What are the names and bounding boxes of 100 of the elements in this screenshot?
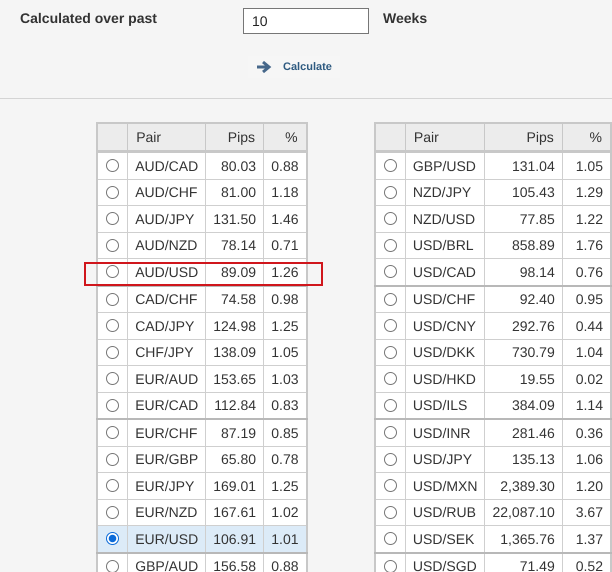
radio-button[interactable] (106, 186, 120, 199)
radio-button[interactable] (106, 346, 120, 359)
table-cell: 858.89 (484, 232, 562, 258)
table-cell: AUD/USD (128, 258, 206, 286)
table-cell: 112.84 (206, 392, 264, 419)
radio-button[interactable] (384, 372, 397, 386)
table-cell: USD/CHF (405, 286, 485, 312)
table-cell: 65.80 (206, 446, 264, 472)
table-cell: EUR/CHF (128, 419, 206, 446)
radio-button[interactable] (106, 265, 120, 278)
column-header[interactable]: Pair (405, 123, 485, 152)
radio-button[interactable] (106, 159, 120, 172)
table-cell: 80.03 (206, 152, 264, 179)
table-cell: 74.58 (206, 286, 264, 312)
table-cell: 106.91 (206, 526, 264, 552)
radio-button[interactable] (384, 292, 397, 306)
radio-button[interactable] (106, 212, 120, 226)
table-cell: 169.01 (206, 472, 264, 499)
table-cell: 281.46 (484, 419, 562, 446)
radio-button[interactable] (384, 238, 397, 252)
radio-button[interactable] (384, 186, 397, 199)
radio-button[interactable] (384, 532, 397, 546)
table-cell: EUR/USD (128, 526, 206, 552)
field-label: Calculated over past (20, 10, 158, 26)
table-cell: 19.55 (484, 366, 562, 392)
table-cell: 124.98 (206, 312, 264, 339)
table-cell: 92.40 (484, 286, 562, 312)
table-cell: EUR/CAD (128, 392, 206, 419)
table-cell: 131.50 (206, 206, 264, 232)
table-cell: CAD/JPY (128, 312, 206, 339)
radio-button[interactable] (384, 398, 397, 412)
table-cell: USD/CAD (405, 258, 485, 286)
table-cell: 81.00 (206, 179, 264, 206)
table-cell: AUD/CAD (128, 152, 206, 179)
column-header[interactable]: Pips (484, 123, 562, 152)
table-cell: 98.14 (484, 258, 562, 286)
table-cell: 153.65 (206, 366, 264, 392)
radio-button[interactable] (384, 346, 397, 359)
table-cell: 1.01 (264, 526, 307, 552)
table-cell: USD/BRL (405, 232, 485, 258)
table-cell: 1,365.76 (484, 526, 562, 552)
radio-button[interactable] (384, 452, 397, 466)
radio-button[interactable] (384, 319, 397, 332)
table-cell: EUR/AUD (128, 366, 206, 392)
radio-button[interactable] (106, 372, 120, 386)
column-header[interactable]: Pips (206, 123, 264, 152)
table-cell: 730.79 (484, 339, 562, 366)
table-cell: USD/JPY (405, 446, 485, 472)
table-cell: 138.09 (206, 339, 264, 366)
table-cell: 135.13 (484, 446, 562, 472)
table-cell: NZD/USD (405, 206, 485, 232)
radio-button[interactable] (106, 506, 120, 519)
table-cell: AUD/NZD (128, 232, 206, 258)
radio-button[interactable] (106, 238, 120, 252)
table-cell: CAD/CHF (128, 286, 206, 312)
table-cell: AUD/JPY (128, 206, 206, 232)
unit-label: Weeks (383, 10, 428, 26)
table-cell: 87.19 (206, 419, 264, 446)
table-cell: 89.09 (206, 258, 264, 286)
table-cell: USD/SEK (405, 526, 485, 552)
radio-button[interactable] (384, 560, 397, 572)
radio-button[interactable] (106, 452, 120, 466)
radio-button[interactable] (384, 265, 397, 278)
table-cell: 2,389.30 (484, 472, 562, 499)
radio-button[interactable] (106, 560, 120, 572)
column-header[interactable]: % (264, 123, 307, 152)
table-cell: 131.04 (484, 152, 562, 179)
table-cell: USD/RUB (405, 499, 485, 526)
column-header[interactable]: % (562, 123, 611, 152)
table-cell: NZD/JPY (405, 179, 485, 206)
radio-button[interactable] (106, 479, 120, 492)
radio-button[interactable] (106, 398, 120, 412)
table-cell: 384.09 (484, 392, 562, 419)
table-cell: 292.76 (484, 312, 562, 339)
radio-button[interactable] (384, 426, 397, 440)
arrow-icon (256, 60, 272, 74)
radio-button[interactable] (384, 159, 397, 172)
table-cell: USD/DKK (405, 339, 485, 366)
radio-button[interactable] (384, 506, 397, 519)
table-cell: USD/MXN (405, 472, 485, 499)
table-cell: USD/HKD (405, 366, 485, 392)
table-cell: AUD/CHF (128, 179, 206, 206)
radio-button[interactable] (106, 532, 120, 546)
table-cell: USD/ILS (405, 392, 485, 419)
column-header[interactable]: Pair (128, 123, 206, 152)
table-cell: CHF/JPY (128, 339, 206, 366)
radio-button[interactable] (384, 479, 397, 492)
radio-button[interactable] (384, 212, 397, 226)
table-cell: 77.85 (484, 206, 562, 232)
table-cell: 105.43 (484, 179, 562, 206)
table-cell: EUR/GBP (128, 446, 206, 472)
table-cell: GBP/USD (405, 152, 485, 179)
radio-button[interactable] (106, 292, 120, 306)
table-cell: USD/INR (405, 419, 485, 446)
table-cell: 22,087.10 (484, 499, 562, 526)
radio-button[interactable] (106, 319, 120, 332)
weeks-input[interactable]: 10 (243, 8, 369, 34)
table-cell: USD/CNY (405, 312, 485, 339)
radio-button[interactable] (106, 426, 120, 440)
table-cell: 78.14 (206, 232, 264, 258)
